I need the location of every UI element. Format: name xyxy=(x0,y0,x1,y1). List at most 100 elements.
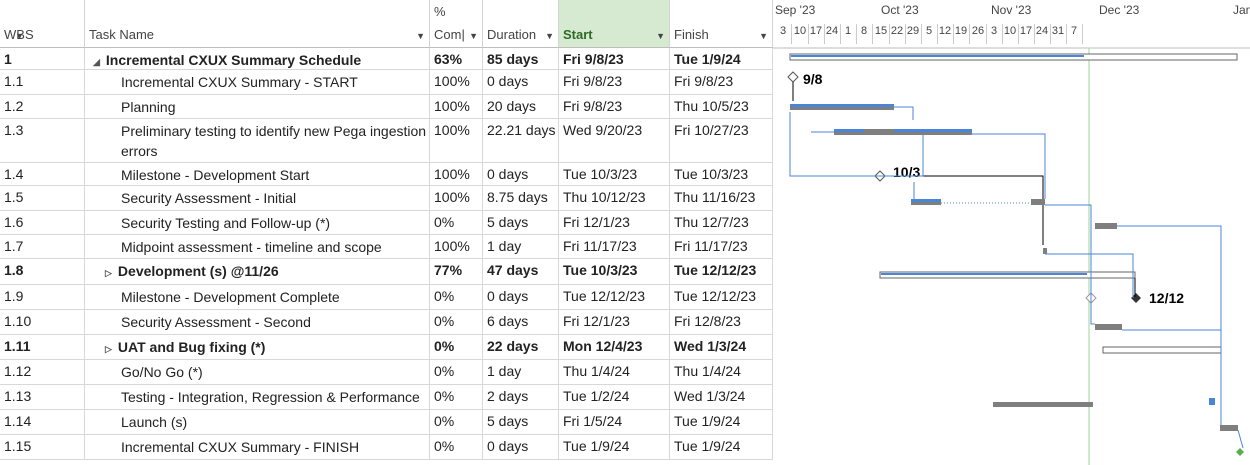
cell-name[interactable]: Launch (s) xyxy=(85,410,430,434)
cell-name[interactable]: ◢ Incremental CXUX Summary Schedule xyxy=(85,48,430,69)
cell-pct[interactable]: 100% xyxy=(430,95,483,118)
cell-pct[interactable]: 0% xyxy=(430,335,483,359)
cell-pct[interactable]: 100% xyxy=(430,119,483,162)
table-row[interactable]: 1.12 Go/No Go (*) 0% 1 day Thu 1/4/24 Thu 1/4… xyxy=(0,360,773,385)
cell-duration[interactable]: 0 days xyxy=(483,163,559,185)
cell-wbs[interactable]: 1.1 xyxy=(0,70,85,94)
cell-finish[interactable]: Tue 10/3/23 xyxy=(670,163,773,185)
cell-pct[interactable]: 0% xyxy=(430,360,483,384)
cell-finish[interactable]: Tue 12/12/23 xyxy=(670,259,773,284)
column-header-finish[interactable]: Finish ▼ xyxy=(670,0,773,48)
cell-name[interactable]: Milestone - Development Start xyxy=(85,163,430,185)
cell-name[interactable]: ▷ UAT and Bug fixing (*) xyxy=(85,335,430,359)
cell-duration[interactable]: 47 days xyxy=(483,259,559,284)
cell-finish[interactable]: Thu 1/4/24 xyxy=(670,360,773,384)
cell-wbs[interactable]: 1.13 xyxy=(0,385,85,409)
cell-wbs[interactable]: 1.7 xyxy=(0,235,85,258)
table-row[interactable]: 1.2 Planning 100% 20 days Fri 9/8/23 Thu 10/5… xyxy=(0,95,773,119)
cell-duration[interactable]: 0 days xyxy=(483,435,559,459)
cell-name[interactable]: ▷ Development (s) @11/26 xyxy=(85,259,430,284)
cell-duration[interactable]: 22.21 days xyxy=(483,119,559,162)
table-row[interactable]: 1.10 Security Assessment - Second 0% 6 days… xyxy=(0,310,773,335)
cell-wbs[interactable]: 1.11 xyxy=(0,335,85,359)
cell-start[interactable]: Fri 9/8/23 xyxy=(559,70,670,94)
cell-finish[interactable]: Tue 1/9/24 xyxy=(670,48,773,69)
cell-finish[interactable]: Thu 12/7/23 xyxy=(670,211,773,234)
cell-pct[interactable]: 0% xyxy=(430,285,483,309)
cell-duration[interactable]: 8.75 days xyxy=(483,186,559,210)
cell-wbs[interactable]: 1.6 xyxy=(0,211,85,234)
cell-finish[interactable]: Wed 1/3/24 xyxy=(670,335,773,359)
table-row[interactable]: 1.5 Security Assessment - Initial 100% 8.75… xyxy=(0,186,773,211)
cell-finish[interactable]: Tue 1/9/24 xyxy=(670,435,773,459)
chevron-down-icon[interactable]: ▼ xyxy=(759,31,768,41)
cell-finish[interactable]: Tue 12/12/23 xyxy=(670,285,773,309)
cell-wbs[interactable]: 1.3 xyxy=(0,119,85,162)
cell-duration[interactable]: 1 day xyxy=(483,235,559,258)
cell-duration[interactable]: 5 days xyxy=(483,410,559,434)
table-row[interactable]: 1 ◢ Incremental CXUX Summary Schedule 63% 85… xyxy=(0,48,773,70)
cell-finish[interactable]: Thu 10/5/23 xyxy=(670,95,773,118)
cell-finish[interactable]: Fri 10/27/23 xyxy=(670,119,773,162)
cell-duration[interactable]: 85 days xyxy=(483,48,559,69)
column-header-percent-complete[interactable]: % Com| ▼ xyxy=(430,0,483,48)
cell-wbs[interactable]: 1.8 xyxy=(0,259,85,284)
cell-start[interactable]: Tue 1/2/24 xyxy=(559,385,670,409)
column-header-wbs[interactable]: WBS ▼ xyxy=(0,0,85,48)
column-header-task-name[interactable]: Task Name ▼ xyxy=(85,0,430,48)
column-header-start[interactable]: Start ▼ xyxy=(559,0,670,48)
cell-start[interactable]: Tue 10/3/23 xyxy=(559,163,670,185)
cell-name[interactable]: Security Testing and Follow-up (*) xyxy=(85,211,430,234)
table-row[interactable]: 1.8 ▷ Development (s) @11/26 77% 47 days Tue … xyxy=(0,259,773,285)
table-row[interactable]: 1.13 Testing - Integration, Regression & … xyxy=(0,385,773,410)
cell-wbs[interactable]: 1.15 xyxy=(0,435,85,459)
cell-start[interactable]: Fri 1/5/24 xyxy=(559,410,670,434)
cell-wbs[interactable]: 1 xyxy=(0,48,85,69)
cell-finish[interactable]: Fri 12/8/23 xyxy=(670,310,773,334)
cell-start[interactable]: Fri 12/1/23 xyxy=(559,211,670,234)
cell-duration[interactable]: 20 days xyxy=(483,95,559,118)
chevron-down-icon[interactable]: ▼ xyxy=(656,31,665,41)
cell-wbs[interactable]: 1.9 xyxy=(0,285,85,309)
table-row[interactable]: 1.3 Preliminary testing to identify new P… xyxy=(0,119,773,163)
cell-wbs[interactable]: 1.12 xyxy=(0,360,85,384)
cell-pct[interactable]: 0% xyxy=(430,435,483,459)
cell-duration[interactable]: 1 day xyxy=(483,360,559,384)
chevron-down-icon[interactable]: ▼ xyxy=(416,31,425,41)
table-row[interactable]: 1.15 Incremental CXUX Summary - FINISH 0% 0… xyxy=(0,435,773,460)
cell-name[interactable]: Security Assessment - Initial xyxy=(85,186,430,210)
column-header-duration[interactable]: Duration ▼ xyxy=(483,0,559,48)
table-row[interactable]: 1.7 Midpoint assessment - timeline and sc… xyxy=(0,235,773,259)
cell-finish[interactable]: Fri 11/17/23 xyxy=(670,235,773,258)
cell-start[interactable]: Tue 1/9/24 xyxy=(559,435,670,459)
cell-name[interactable]: Security Assessment - Second xyxy=(85,310,430,334)
cell-start[interactable]: Tue 12/12/23 xyxy=(559,285,670,309)
cell-pct[interactable]: 100% xyxy=(430,235,483,258)
table-row[interactable]: 1.1 Incremental CXUX Summary - START 100% 0… xyxy=(0,70,773,95)
cell-name[interactable]: Planning xyxy=(85,95,430,118)
cell-pct[interactable]: 0% xyxy=(430,211,483,234)
chevron-down-icon[interactable]: ▼ xyxy=(545,31,554,41)
cell-pct[interactable]: 100% xyxy=(430,163,483,185)
gantt-chart[interactable]: Sep '23Oct '23Nov '23Dec '23Jan '2431017… xyxy=(773,0,1250,465)
cell-finish[interactable]: Tue 1/9/24 xyxy=(670,410,773,434)
cell-pct[interactable]: 0% xyxy=(430,310,483,334)
table-row[interactable]: 1.6 Security Testing and Follow-up (*) 0% 5… xyxy=(0,211,773,235)
cell-name[interactable]: Incremental CXUX Summary - FINISH xyxy=(85,435,430,459)
cell-wbs[interactable]: 1.5 xyxy=(0,186,85,210)
collapse-triangle-icon[interactable]: ◢ xyxy=(93,57,100,67)
cell-duration[interactable]: 2 days xyxy=(483,385,559,409)
cell-duration[interactable]: 6 days xyxy=(483,310,559,334)
table-row[interactable]: 1.11 ▷ UAT and Bug fixing (*) 0% 22 days Mon … xyxy=(0,335,773,360)
cell-wbs[interactable]: 1.14 xyxy=(0,410,85,434)
cell-name[interactable]: Incremental CXUX Summary - START xyxy=(85,70,430,94)
cell-pct[interactable]: 0% xyxy=(430,410,483,434)
chevron-down-icon[interactable]: ▼ xyxy=(15,31,24,41)
cell-start[interactable]: Thu 10/12/23 xyxy=(559,186,670,210)
cell-duration[interactable]: 0 days xyxy=(483,70,559,94)
cell-name[interactable]: Testing - Integration, Regression & Perf… xyxy=(85,385,430,409)
cell-start[interactable]: Fri 11/17/23 xyxy=(559,235,670,258)
cell-start[interactable]: Tue 10/3/23 xyxy=(559,259,670,284)
cell-start[interactable]: Fri 12/1/23 xyxy=(559,310,670,334)
cell-duration[interactable]: 22 days xyxy=(483,335,559,359)
